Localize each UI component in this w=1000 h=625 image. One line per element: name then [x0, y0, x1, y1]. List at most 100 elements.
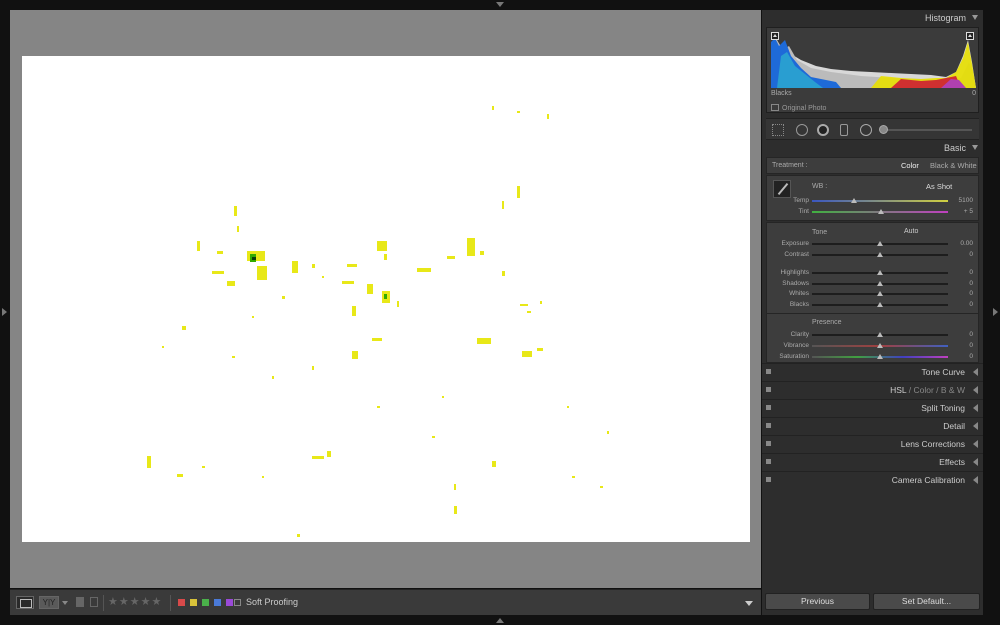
- spot-removal-icon[interactable]: [796, 124, 808, 136]
- shadows-slider-thumb[interactable]: [877, 281, 883, 286]
- adjustment-brush-icon[interactable]: [879, 125, 888, 134]
- eyedropper-icon[interactable]: [773, 180, 791, 198]
- panel-toggle-switch-icon[interactable]: [766, 459, 771, 464]
- color-label-purple[interactable]: [226, 599, 233, 606]
- histogram-graph: [771, 32, 976, 88]
- clarity-value[interactable]: 0: [953, 331, 973, 338]
- histogram[interactable]: Blacks 0 Original Photo: [766, 27, 979, 113]
- histogram-info-value: 0: [972, 90, 976, 97]
- histogram-info: Blacks 0: [771, 90, 976, 97]
- contrast-value[interactable]: 0: [953, 251, 973, 258]
- tone-auto-button[interactable]: Auto: [904, 228, 918, 235]
- expand-arrow-icon: [973, 368, 978, 376]
- graduated-filter-icon[interactable]: [840, 124, 848, 136]
- wb-preset-dropdown[interactable]: As Shot: [926, 182, 952, 191]
- panel-toggle-switch-icon[interactable]: [766, 405, 771, 410]
- color-label-red[interactable]: [178, 599, 185, 606]
- color-label-yellow[interactable]: [190, 599, 197, 606]
- contrast-label: Contrast: [784, 251, 809, 258]
- toolbar-content-menu-icon[interactable]: [745, 601, 753, 606]
- temp-value[interactable]: 5100: [953, 197, 973, 204]
- blacks-slider-thumb[interactable]: [877, 302, 883, 307]
- original-photo-toggle[interactable]: Original Photo: [771, 104, 826, 112]
- tone-section: Tone Auto Exposure 0.00 Contrast 0 Highlight…: [766, 222, 979, 322]
- toolbar-divider: [170, 595, 171, 611]
- panel-toggle-switch-icon[interactable]: [766, 387, 771, 392]
- crop-overlay-icon[interactable]: [772, 124, 784, 136]
- bw-tab[interactable]: B & W: [941, 385, 965, 395]
- pick-flag-icon[interactable]: [76, 597, 84, 607]
- tone-curve-panel-header[interactable]: Tone Curve: [762, 363, 983, 379]
- color-label-blue[interactable]: [214, 599, 221, 606]
- bottom-panel-toggle-strip[interactable]: [0, 615, 1000, 625]
- before-after-button[interactable]: Y|Y: [39, 596, 59, 609]
- highlight-clipping-toggle-icon[interactable]: [966, 32, 974, 40]
- exposure-value[interactable]: 0.00: [953, 240, 973, 247]
- tint-value[interactable]: + 5: [953, 208, 973, 215]
- image-viewer[interactable]: [10, 10, 761, 588]
- highlights-slider-thumb[interactable]: [877, 270, 883, 275]
- red-eye-icon[interactable]: [817, 124, 829, 136]
- tint-label: Tint: [798, 208, 809, 215]
- effects-panel-header[interactable]: Effects: [762, 453, 983, 469]
- radial-filter-icon[interactable]: [860, 124, 872, 136]
- camera-calibration-panel-header[interactable]: Camera Calibration: [762, 471, 983, 487]
- contrast-slider-thumb[interactable]: [877, 252, 883, 257]
- whites-slider-thumb[interactable]: [877, 291, 883, 296]
- highlights-value[interactable]: 0: [953, 269, 973, 276]
- treatment-label: Treatment :: [772, 162, 808, 169]
- lens-corrections-panel-header[interactable]: Lens Corrections: [762, 435, 983, 451]
- loupe-view-button[interactable]: [16, 596, 34, 609]
- star-rating[interactable]: ★★★★★: [108, 595, 162, 608]
- adjustment-brush-track[interactable]: [884, 129, 972, 131]
- detail-title: Detail: [943, 421, 965, 431]
- treatment-color-option[interactable]: Color: [901, 161, 919, 170]
- vibrance-value[interactable]: 0: [953, 342, 973, 349]
- blacks-value[interactable]: 0: [953, 301, 973, 308]
- soft-proofing-checkbox[interactable]: [234, 599, 241, 606]
- white-balance-section: WB : As Shot Temp 5100 Tint + 5: [766, 175, 979, 221]
- expand-arrow-icon: [973, 458, 978, 466]
- saturation-slider-thumb[interactable]: [877, 354, 883, 359]
- temp-label: Temp: [793, 197, 809, 204]
- panel-toggle-switch-icon[interactable]: [766, 369, 771, 374]
- camera-calibration-title: Camera Calibration: [891, 475, 965, 485]
- hsl-separator: /: [936, 385, 939, 395]
- hsl-tab[interactable]: HSL: [890, 385, 906, 395]
- set-default-button[interactable]: Set Default...: [873, 593, 980, 610]
- top-panel-toggle-strip[interactable]: [0, 0, 1000, 10]
- previous-button[interactable]: Previous: [765, 593, 870, 610]
- color-tab[interactable]: Color: [913, 385, 933, 395]
- basic-header[interactable]: Basic: [762, 140, 983, 156]
- bottom-panel-toggle-icon: [496, 618, 504, 623]
- before-after-dropdown-icon[interactable]: [62, 601, 68, 605]
- expand-arrow-icon: [973, 476, 978, 484]
- whites-value[interactable]: 0: [953, 290, 973, 297]
- panel-toggle-switch-icon[interactable]: [766, 423, 771, 428]
- shadow-clipping-toggle-icon[interactable]: [771, 32, 779, 40]
- panel-bottom-buttons: Previous Set Default...: [762, 589, 983, 615]
- histogram-header[interactable]: Histogram: [762, 10, 983, 26]
- photo-preview-clipping-mask[interactable]: [22, 56, 750, 542]
- left-panel-toggle-icon[interactable]: [2, 308, 7, 316]
- panel-toggle-switch-icon[interactable]: [766, 441, 771, 446]
- color-label-green[interactable]: [202, 599, 209, 606]
- right-panel-toggle-icon[interactable]: [993, 308, 998, 316]
- shadows-label: Shadows: [782, 280, 809, 287]
- reject-flag-icon[interactable]: [90, 597, 98, 607]
- panel-toggle-switch-icon[interactable]: [766, 477, 771, 482]
- split-toning-panel-header[interactable]: Split Toning: [762, 399, 983, 415]
- temp-slider-thumb[interactable]: [851, 198, 858, 203]
- clarity-slider-thumb[interactable]: [877, 332, 883, 337]
- treatment-bw-option[interactable]: Black & White: [930, 161, 977, 170]
- shadows-value[interactable]: 0: [953, 280, 973, 287]
- hsl-panel-header[interactable]: HSL / Color / B & W: [762, 381, 983, 397]
- tint-slider-thumb[interactable]: [878, 209, 885, 214]
- exposure-slider-thumb[interactable]: [877, 241, 883, 246]
- temp-slider[interactable]: [812, 200, 948, 202]
- expand-arrow-icon: [973, 440, 978, 448]
- saturation-value[interactable]: 0: [953, 353, 973, 360]
- vibrance-slider-thumb[interactable]: [877, 343, 883, 348]
- histogram-title: Histogram: [924, 13, 966, 23]
- detail-panel-header[interactable]: Detail: [762, 417, 983, 433]
